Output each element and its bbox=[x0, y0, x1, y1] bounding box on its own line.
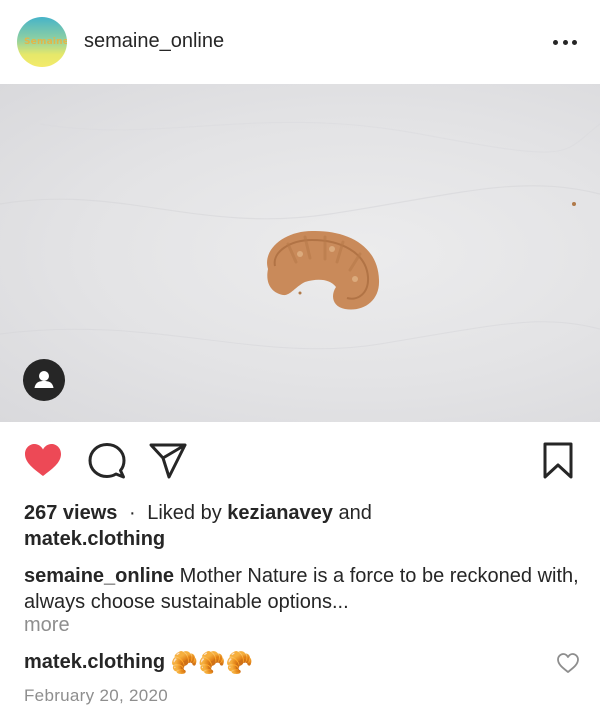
heart-icon[interactable] bbox=[22, 440, 64, 482]
croissant-shape bbox=[267, 202, 576, 310]
separator-dot: · bbox=[128, 502, 136, 524]
author-username[interactable]: semaine_online bbox=[84, 30, 224, 53]
views-count[interactable]: 267 views bbox=[24, 502, 117, 524]
liked-by-user[interactable]: kezianavey bbox=[227, 502, 333, 524]
user-tag-icon[interactable] bbox=[23, 359, 65, 401]
caption-more-link[interactable]: more bbox=[24, 614, 70, 637]
share-icon[interactable] bbox=[147, 440, 189, 482]
comment-icon[interactable] bbox=[86, 440, 128, 482]
bookmark-icon[interactable] bbox=[537, 440, 579, 482]
post-media[interactable] bbox=[0, 84, 600, 422]
comment-emoji: 🥐🥐🥐 bbox=[170, 650, 253, 675]
post-header: Semaine semaine_online bbox=[0, 0, 600, 84]
croissant-image bbox=[0, 121, 600, 350]
liked-by-other[interactable]: matek.clothing bbox=[24, 528, 165, 550]
author-avatar[interactable]: Semaine bbox=[17, 17, 67, 67]
likes-summary: 267 views · Liked by kezianavey and mate… bbox=[24, 500, 584, 552]
avatar-logo-text: Semaine bbox=[24, 37, 67, 47]
liked-by-prefix: Liked by bbox=[147, 502, 222, 524]
comment-username[interactable]: matek.clothing bbox=[24, 651, 165, 673]
comment-like-icon[interactable] bbox=[556, 652, 580, 674]
comment-item: matek.clothing 🥐🥐🥐 bbox=[24, 649, 544, 675]
post-caption: semaine_online Mother Nature is a force … bbox=[24, 563, 584, 615]
action-bar bbox=[0, 440, 600, 482]
caption-username[interactable]: semaine_online bbox=[24, 565, 174, 587]
liked-by-and: and bbox=[338, 502, 372, 524]
post-date: February 20, 2020 bbox=[24, 686, 169, 705]
more-horizontal-icon[interactable] bbox=[549, 30, 581, 54]
